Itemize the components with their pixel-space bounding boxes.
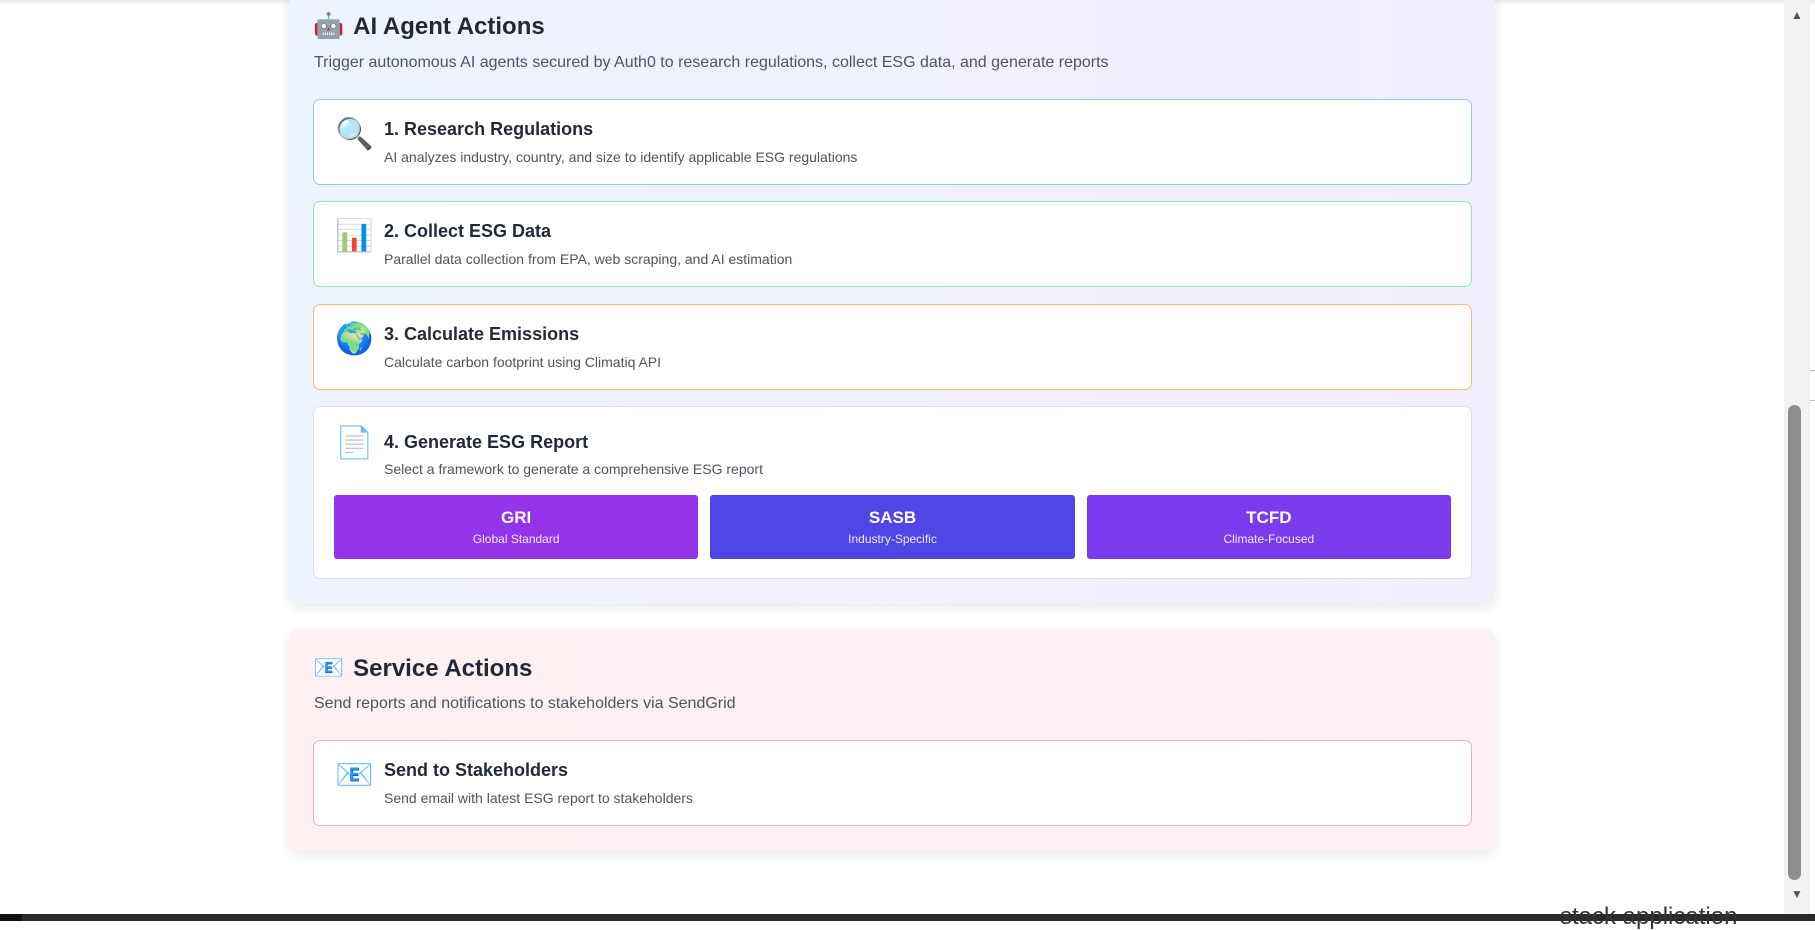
framework-subtitle: Climate-Focused — [1223, 532, 1315, 546]
robot-icon: 🤖 — [313, 12, 345, 40]
service-section-title: Service Actions — [353, 654, 533, 682]
service-section-description: Send reports and notifications to stakeh… — [314, 695, 736, 712]
research-regulations-card[interactable]: 🔍 1. Research Regulations AI analyzes in… — [313, 99, 1472, 185]
sasb-button[interactable]: SASB Industry-Specific — [710, 495, 1075, 559]
card-description: Calculate carbon footprint using Climati… — [384, 354, 662, 370]
framework-name: SASB — [868, 508, 917, 527]
ai-section-description: Trigger autonomous AI agents secured by … — [314, 54, 1109, 71]
framework-name: GRI — [501, 508, 532, 527]
card-title: 1. Research Regulations — [384, 119, 594, 139]
scroll-thumb[interactable] — [1788, 405, 1801, 880]
ai-agent-actions-section: 🤖 AI Agent Actions Trigger autonomous AI… — [289, 0, 1495, 604]
bottom-left-edge — [0, 914, 22, 921]
framework-name: TCFD — [1246, 508, 1292, 527]
service-actions-section: 📧 Service Actions Send reports and notif… — [289, 629, 1495, 851]
globe-icon: 🌍 — [335, 321, 374, 356]
card-description: Select a framework to generate a compreh… — [384, 461, 763, 477]
collect-esg-data-card[interactable]: 📊 2. Collect ESG Data Parallel data coll… — [313, 201, 1472, 287]
scroll-down-arrow-icon[interactable]: ▼ — [1784, 885, 1810, 903]
gri-button[interactable]: GRI Global Standard — [334, 495, 699, 559]
card-title: 3. Calculate Emissions — [384, 324, 580, 344]
background-window-text: stack application — [1560, 903, 1738, 930]
send-to-stakeholders-card[interactable]: 📧 Send to Stakeholders Send email with l… — [313, 740, 1472, 826]
bar-chart-icon: 📊 — [335, 218, 374, 253]
card-title: 2. Collect ESG Data — [384, 221, 552, 241]
card-description: Send email with latest ESG report to sta… — [384, 790, 693, 806]
ai-section-title: AI Agent Actions — [353, 12, 545, 40]
framework-subtitle: Industry-Specific — [848, 532, 937, 546]
service-section-heading: 📧 Service Actions — [313, 654, 532, 683]
card-description: AI analyzes industry, country, and size … — [384, 149, 858, 165]
calculate-emissions-card[interactable]: 🌍 3. Calculate Emissions Calculate carbo… — [313, 304, 1472, 390]
card-title: 4. Generate ESG Report — [384, 432, 589, 452]
card-description: Parallel data collection from EPA, web s… — [384, 251, 793, 267]
ai-section-heading: 🤖 AI Agent Actions — [313, 12, 545, 41]
document-icon: 📄 — [335, 425, 374, 460]
framework-buttons: GRI Global Standard SASB Industry-Specif… — [334, 495, 1451, 559]
email-icon: 📧 — [313, 654, 345, 682]
tcfd-button[interactable]: TCFD Climate-Focused — [1086, 495, 1451, 559]
email-icon: 📧 — [335, 757, 374, 792]
card-title: Send to Stakeholders — [384, 760, 569, 780]
framework-subtitle: Global Standard — [472, 532, 560, 546]
vertical-scrollbar[interactable]: ▲ ▼ — [1784, 0, 1810, 914]
scroll-up-arrow-icon[interactable]: ▲ — [1784, 6, 1810, 24]
bottom-window-edge — [0, 914, 1815, 921]
generate-esg-report-card: 📄 4. Generate ESG Report Select a framew… — [313, 406, 1472, 579]
magnifier-icon: 🔍 — [335, 116, 374, 151]
